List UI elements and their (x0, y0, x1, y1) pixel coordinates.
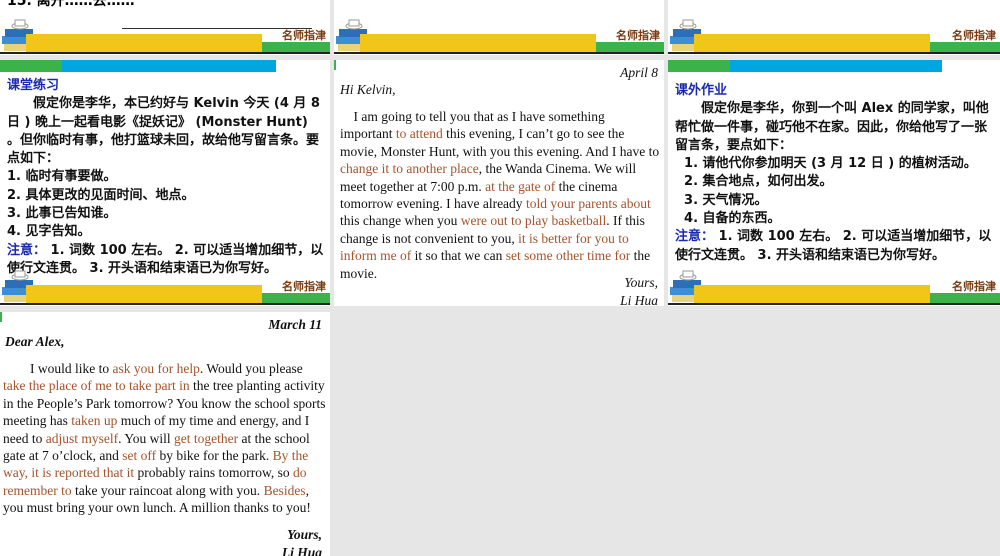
letter-body: I am going to tell you that as I have so… (340, 108, 660, 282)
note-text: 1. 词数 100 左右。 2. 可以适当增加细节，以使行文连贯。 3. 开头语… (675, 229, 992, 263)
highlighted-phrase: Besides (263, 482, 306, 498)
slide-letter-kelvin[interactable]: April 8 Hi Kelvin, I am going to tell yo… (334, 60, 664, 306)
letter-greeting: Dear Alex, (5, 334, 65, 349)
letter-date: March 11 (268, 317, 322, 332)
letter-greeting: Hi Kelvin, (340, 82, 396, 97)
slide-footer: 名师指津 (334, 17, 664, 55)
highlighted-phrase: get together (174, 430, 239, 446)
slide-footer: 名师指津 (0, 17, 330, 55)
task-line: 3. 天气情况。 (675, 192, 768, 208)
highlighted-phrase: adjust myself (45, 430, 119, 446)
letter-date: April 8 (620, 65, 658, 80)
note-label: 注意： (675, 229, 715, 245)
body-text: this change when you (340, 213, 461, 229)
task-line: 假定你是李华，你到一个叫 Alex 的同学家，叫他帮忙做一件事，碰巧他不在家。因… (675, 101, 989, 153)
letter-signature: Li Hua (620, 293, 658, 306)
body-text: probably rains tomorrow, so (134, 465, 293, 481)
task-line: 1. 请他代你参加明天 (3 月 12 日 ) 的植树活动。 (675, 156, 977, 172)
letter-closing: Yours, (624, 275, 658, 290)
task-line: 2. 具体更改的见面时间、地点。 (7, 187, 195, 203)
task-line: 假定你是李华，本已约好与 Kelvin 今天 (4 月 8 日 ) 晚上一起看电… (7, 96, 320, 167)
letter-body: I would like to ask you for help. Would … (3, 360, 328, 517)
brand-label: 名师指津 (952, 29, 996, 42)
task-line: 3. 此事已告知谁。 (7, 206, 117, 222)
slide-heading: 课外作业 (675, 83, 728, 98)
highlighted-phrase: taken up (71, 413, 118, 429)
highlighted-phrase: told your parents about (525, 196, 651, 212)
highlighted-phrase: ask you for help (112, 361, 200, 376)
slide-thumb-1[interactable]: 15. 离开……去…… 名师指津 (0, 0, 330, 55)
highlighted-phrase: to attend (395, 126, 443, 142)
task-line: 2. 集合地点，如何出发。 (675, 174, 833, 190)
brand-label: 名师指津 (616, 29, 660, 42)
task-line: 4. 见字告知。 (7, 224, 91, 240)
slide-footer: 名师指津 (668, 268, 1000, 306)
brand-label: 名师指津 (952, 280, 996, 293)
highlighted-phrase: take the place of me to take part in (3, 378, 190, 394)
note-label: 注意： (7, 242, 47, 258)
highlighted-phrase: set off (122, 448, 157, 464)
brand-label: 名师指津 (282, 280, 326, 293)
slide-text: 15. 离开……去…… (7, 0, 135, 9)
letter-closing: Yours, (287, 527, 322, 542)
slide-thumb-2[interactable]: 名师指津 (334, 0, 664, 55)
letter-signature: Li Hua (281, 545, 322, 556)
highlighted-phrase: change it to another place (340, 161, 479, 177)
body-text: take your raincoat along with you. (71, 482, 264, 498)
body-text: by bike for the park. (156, 448, 273, 464)
slide-classwork[interactable]: 课堂练习 假定你是李华，本已约好与 Kelvin 今天 (4 月 8 日 ) 晚… (0, 60, 330, 306)
slide-footer: 名师指津 (668, 17, 1000, 55)
body-text: . You will (118, 430, 175, 446)
task-line: 4. 自备的东西。 (675, 211, 781, 227)
body-text: . Would you please (199, 361, 303, 376)
slide-thumb-3[interactable]: 名师指津 (668, 0, 1000, 55)
highlighted-phrase: set some other time for (505, 248, 631, 264)
slide-footer: 名师指津 (0, 268, 330, 306)
highlighted-phrase: were out to play basketball (460, 213, 607, 229)
brand-label: 名师指津 (282, 29, 326, 42)
task-line: 1. 临时有事要做。 (7, 169, 117, 185)
body-text: it so that we can (411, 248, 506, 264)
slide-homework[interactable]: 课外作业 假定你是李华，你到一个叫 Alex 的同学家，叫他帮忙做一件事，碰巧他… (668, 60, 1000, 306)
slide-letter-alex[interactable]: March 11 Dear Alex, I would like to ask … (0, 312, 330, 556)
highlighted-phrase: at the gate of (485, 178, 556, 194)
body-text: I would like to (3, 361, 113, 376)
slide-heading: 课堂练习 (7, 78, 60, 93)
